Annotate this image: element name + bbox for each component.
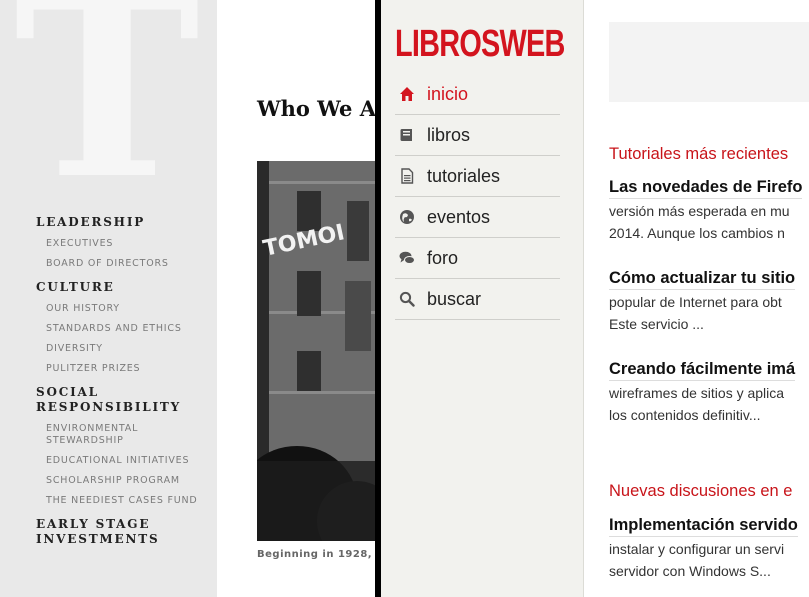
nav-item-standards-and-ethics[interactable]: STANDARDS AND ETHICS: [46, 323, 211, 335]
nav-item-inicio[interactable]: inicio: [395, 74, 560, 115]
article-excerpt: wireframes de sitios y aplica: [609, 385, 785, 401]
article-excerpt: versión más esperada en mu: [609, 203, 790, 219]
article-item: Creando fácilmente imá wireframes de sit…: [609, 359, 809, 425]
librosweb-nav: inicio libros tutoriales eventos foro bu…: [395, 74, 560, 320]
article-item: Cómo actualizar tu sitio popular de Inte…: [609, 268, 809, 334]
nav-group-culture: CULTURE OUR HISTORY STANDARDS AND ETHICS…: [36, 280, 211, 375]
banner-placeholder: [609, 22, 809, 102]
nav-item-board-of-directors[interactable]: BOARD OF DIRECTORS: [46, 258, 211, 270]
section-title-discussions: Nuevas discusiones en e: [609, 482, 793, 500]
article-title-link[interactable]: Creando fácilmente imá: [609, 359, 796, 381]
nav-item-pulitzer-prizes[interactable]: PULITZER PRIZES: [46, 363, 211, 375]
historical-building-photo: TOMOI: [257, 161, 375, 541]
page-title: Who We A: [257, 96, 375, 121]
nav-item-tutoriales[interactable]: tutoriales: [395, 156, 560, 197]
nyt-sidebar: T LEADERSHIP EXECUTIVES BOARD OF DIRECTO…: [0, 0, 217, 597]
section-title-tutorials: Tutoriales más recientes: [609, 145, 789, 163]
nav-label: buscar: [427, 288, 482, 309]
nav-group-social-responsibility: SOCIAL RESPONSIBILITY ENVIRONMENTAL STEW…: [36, 385, 211, 507]
article-title-link[interactable]: Las novedades de Firefo: [609, 177, 803, 199]
nav-item-educational-initiatives[interactable]: EDUCATIONAL INITIATIVES: [46, 455, 211, 467]
nav-group-early-stage-investments: EARLY STAGE INVESTMENTS: [36, 517, 211, 547]
nav-item-diversity[interactable]: DIVERSITY: [46, 343, 211, 355]
nav-label: foro: [427, 247, 459, 268]
nav-item-our-history[interactable]: OUR HISTORY: [46, 303, 211, 315]
nav-item-scholarship-program[interactable]: SCHOLARSHIP PROGRAM: [46, 475, 211, 487]
librosweb-main-content: Tutoriales más recientes Las novedades d…: [584, 0, 809, 597]
globe-icon: [399, 209, 415, 225]
photo-caption: Beginning in 1928, n: [257, 549, 375, 560]
nyt-logo: T: [14, 0, 201, 234]
discussion-excerpt: instalar y configurar un servi: [609, 541, 785, 557]
nav-item-buscar[interactable]: buscar: [395, 279, 560, 320]
nav-group-leadership: LEADERSHIP EXECUTIVES BOARD OF DIRECTORS: [36, 215, 211, 270]
search-icon: [399, 291, 415, 307]
discussion-title-link[interactable]: Implementación servido: [609, 515, 798, 537]
article-item: Las novedades de Firefo versión más espe…: [609, 177, 809, 243]
nav-heading[interactable]: CULTURE: [36, 280, 211, 295]
nav-heading[interactable]: EARLY STAGE INVESTMENTS: [36, 517, 166, 547]
article-excerpt: los contenidos definitiv...: [609, 407, 761, 423]
nyt-main-content: Who We A TOMOI Beginning in 1928, n: [217, 0, 375, 597]
nav-item-eventos[interactable]: eventos: [395, 197, 560, 238]
nav-heading[interactable]: SOCIAL RESPONSIBILITY: [36, 385, 186, 415]
nav-label: inicio: [427, 83, 469, 104]
nav-label: libros: [427, 124, 471, 145]
article-excerpt: Este servicio ...: [609, 316, 704, 332]
nav-item-environmental-stewardship[interactable]: ENVIRONMENTAL STEWARDSHIP: [46, 423, 166, 447]
nav-item-executives[interactable]: EXECUTIVES: [46, 238, 211, 250]
document-icon: [399, 168, 415, 184]
home-icon: [399, 86, 415, 102]
article-title-link[interactable]: Cómo actualizar tu sitio: [609, 268, 796, 290]
nav-label: eventos: [427, 206, 491, 227]
nav-item-neediest-cases-fund[interactable]: THE NEEDIEST CASES FUND: [46, 495, 211, 507]
nav-item-foro[interactable]: foro: [395, 238, 560, 279]
discussion-excerpt: servidor con Windows S...: [609, 563, 771, 579]
discussion-item: Implementación servido instalar y config…: [609, 515, 809, 581]
nav-heading[interactable]: LEADERSHIP: [36, 215, 211, 230]
article-excerpt: 2014. Aunque los cambios n: [609, 225, 785, 241]
chat-icon: [399, 250, 415, 266]
nav-label: tutoriales: [427, 165, 501, 186]
librosweb-sidebar: LIBROSWEB inicio libros tutoriales event…: [381, 0, 584, 597]
article-excerpt: popular de Internet para obt: [609, 294, 782, 310]
book-icon: [399, 127, 415, 143]
nav-item-libros[interactable]: libros: [395, 115, 560, 156]
nyt-nav: LEADERSHIP EXECUTIVES BOARD OF DIRECTORS…: [36, 215, 211, 557]
librosweb-logo[interactable]: LIBROSWEB: [395, 22, 565, 66]
